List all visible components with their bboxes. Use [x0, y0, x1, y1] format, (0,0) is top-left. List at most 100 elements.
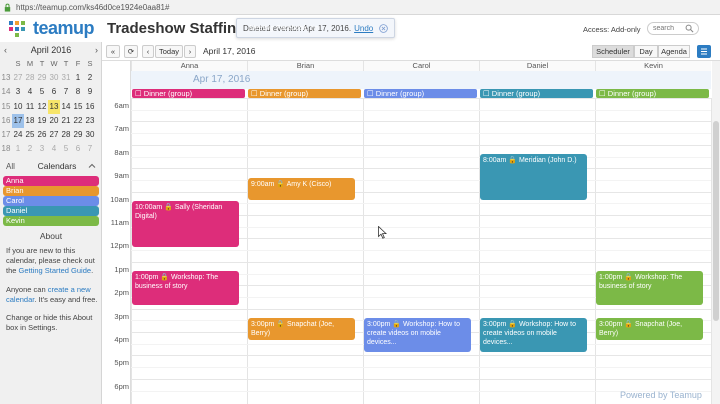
mini-day[interactable]: 6 [48, 85, 60, 99]
mini-day[interactable]: 1 [12, 142, 24, 156]
mini-day[interactable]: 4 [48, 142, 60, 156]
mini-day[interactable]: 30 [84, 128, 96, 142]
event-block[interactable]: 3:00pm 🔒 Workshop: How to create videos … [480, 317, 587, 353]
mini-day[interactable]: 4 [24, 85, 36, 99]
mini-week-spacer [0, 57, 12, 71]
mini-next-month-button[interactable]: › [95, 45, 98, 55]
calendars-header: All Calendars [0, 159, 102, 173]
mini-day[interactable]: 11 [24, 100, 36, 114]
mini-day[interactable]: 17 [12, 113, 24, 128]
mini-week-number[interactable]: 16 [0, 114, 12, 128]
mini-prev-month-button[interactable]: ‹ [4, 45, 7, 55]
view-agenda-button[interactable]: Agenda [658, 45, 690, 58]
event-block[interactable]: 9:00am 🔒 Amy K (Cisco) [248, 177, 355, 200]
mini-day[interactable]: 29 [72, 128, 84, 142]
scrollbar-thumb[interactable] [713, 121, 719, 321]
mini-day[interactable]: 5 [60, 142, 72, 156]
event-block[interactable]: 1:00pm 🔒 Workshop: The business of story [132, 271, 239, 306]
mini-day[interactable]: 8 [72, 85, 84, 99]
undo-link[interactable]: Undo [354, 24, 373, 33]
all-calendars-toggle[interactable]: All [6, 162, 26, 171]
mini-day[interactable]: 30 [48, 71, 60, 85]
mini-day[interactable]: 10 [12, 100, 24, 114]
mini-day[interactable]: 1 [72, 71, 84, 85]
teamup-logo[interactable]: teamup [8, 18, 95, 39]
mini-week-row: 17 24 25 26 27 28 29 30 [0, 128, 102, 142]
close-icon[interactable] [379, 23, 388, 33]
mini-day[interactable]: 20 [48, 114, 60, 128]
all-day-event[interactable]: ☐ Dinner (group) [480, 89, 593, 98]
view-day-button[interactable]: Day [634, 45, 658, 58]
mini-day[interactable]: 13 [48, 99, 60, 114]
mini-day[interactable]: 15 [72, 100, 84, 114]
mini-week-row: 15 10 11 12 13 14 15 16 [0, 99, 102, 114]
mini-week-number[interactable]: 18 [0, 142, 12, 156]
calendar-item-kevin[interactable]: Kevin [3, 215, 99, 226]
calendar-item-carol[interactable]: Carol [3, 195, 99, 206]
mini-day[interactable]: 24 [12, 128, 24, 142]
hour-grid[interactable]: 6am 7am 8am 9am 10am 11am 12pm 1pm 2pm 3pm 4pm 5pm 6… [102, 98, 720, 404]
hour-line [131, 191, 711, 193]
mini-day[interactable]: 28 [24, 71, 36, 85]
calendar-item-brian[interactable]: Brian [3, 185, 99, 196]
event-block[interactable]: 1:00pm 🔒 Workshop: The business of story [596, 271, 703, 306]
about-heading: About [39, 231, 63, 241]
calendar-item-daniel[interactable]: Daniel [3, 205, 99, 216]
chevron-up-icon[interactable] [88, 162, 96, 170]
mini-day[interactable]: 22 [72, 114, 84, 128]
hour-label: 8am [114, 147, 129, 157]
mini-week-number[interactable]: 14 [0, 85, 12, 99]
mini-day[interactable]: 3 [12, 85, 24, 99]
mini-day[interactable]: 7 [84, 142, 96, 156]
mini-day[interactable]: 31 [60, 71, 72, 85]
search-icon[interactable] [685, 24, 694, 33]
event-block[interactable]: 3:00pm 🔒 Snapchat (Joe, Berry) [596, 317, 703, 341]
mini-day[interactable]: 25 [24, 128, 36, 142]
hour-label: 5pm [114, 358, 129, 368]
today-button[interactable]: Today [155, 45, 183, 58]
powered-by-text[interactable]: Powered by Teamup [620, 390, 702, 400]
mini-day[interactable]: 27 [48, 128, 60, 142]
address-bar[interactable]: https://teamup.com/ks46d0ce1924e0aa81# [0, 0, 720, 15]
mini-day[interactable]: 29 [36, 71, 48, 85]
event-block[interactable]: 10:00am 🔒 Sally (Sheridan Digital) [132, 200, 239, 247]
mini-day[interactable]: 5 [36, 85, 48, 99]
mini-day[interactable]: 6 [72, 142, 84, 156]
all-day-event[interactable]: ☐ Dinner (group) [596, 89, 709, 98]
calendar-title: Tradeshow Staffing Ca [107, 20, 252, 37]
all-day-event[interactable]: ☐ Dinner (group) [132, 89, 245, 98]
all-day-event[interactable]: ☐ Dinner (group) [248, 89, 361, 98]
mini-day[interactable]: 26 [36, 128, 48, 142]
mini-day[interactable]: 14 [60, 100, 72, 114]
mini-day[interactable]: 3 [36, 142, 48, 156]
mini-day[interactable]: 12 [36, 100, 48, 114]
mini-day[interactable]: 18 [24, 114, 36, 128]
mini-day[interactable]: 9 [84, 85, 96, 99]
event-block[interactable]: 3:00pm 🔒 Snapchat (Joe, Berry) [248, 317, 355, 341]
view-scheduler-button[interactable]: Scheduler [592, 45, 634, 58]
mini-day[interactable]: 23 [84, 114, 96, 128]
mini-day[interactable]: 2 [24, 142, 36, 156]
refresh-button[interactable]: ⟳ [124, 45, 138, 58]
mini-day[interactable]: 16 [84, 100, 96, 114]
mini-week-number[interactable]: 15 [0, 100, 12, 114]
calendar-item-anna[interactable]: Anna [3, 176, 99, 186]
mini-day[interactable]: 7 [60, 85, 72, 99]
event-block[interactable]: 8:00am 🔒 Meridian (John D.) [480, 154, 587, 200]
mini-dow-label: S [15, 59, 21, 68]
scheduler-grid: Anna Brian Carol Daniel Kevin Apr 17, 2016 6… [102, 61, 720, 404]
getting-started-link[interactable]: Getting Started Guide [19, 266, 92, 275]
all-day-event[interactable]: ☐ Dinner (group) [364, 89, 477, 98]
mini-day[interactable]: 28 [60, 128, 72, 142]
prev-day-button[interactable]: ‹ [142, 45, 154, 58]
mini-day[interactable]: 27 [12, 71, 24, 85]
mini-week-number[interactable]: 17 [0, 128, 12, 142]
event-block[interactable]: 3:00pm 🔒 Workshop: How to create videos … [364, 317, 471, 353]
mini-day[interactable]: 21 [60, 114, 72, 128]
mini-day[interactable]: 2 [84, 71, 96, 85]
mini-week-number[interactable]: 13 [0, 71, 12, 85]
menu-button[interactable] [697, 45, 711, 58]
collapse-sidebar-button[interactable]: « [106, 45, 120, 58]
mini-day[interactable]: 19 [36, 114, 48, 128]
next-day-button[interactable]: › [184, 45, 196, 58]
